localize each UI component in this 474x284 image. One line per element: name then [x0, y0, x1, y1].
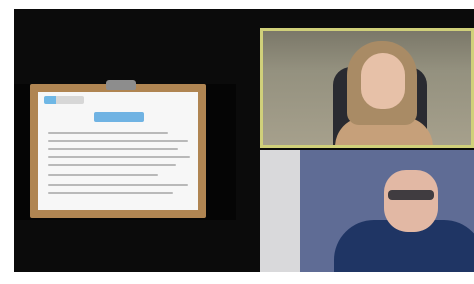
text-line: [48, 156, 190, 158]
text-line: [48, 184, 188, 186]
text-line: [48, 174, 158, 176]
logo: [44, 96, 84, 104]
participant-video-tile[interactable]: [260, 150, 474, 272]
participant-video-tile[interactable]: [260, 28, 474, 148]
text-line: [48, 140, 188, 142]
text-line: [48, 192, 173, 194]
shared-screen-tile[interactable]: [14, 80, 236, 220]
clipboard-clip-icon: [106, 80, 136, 90]
slide-page: [38, 92, 198, 210]
slide-frame: [30, 80, 206, 218]
glasses: [388, 190, 434, 200]
text-line: [48, 132, 168, 134]
participant-face: [384, 170, 438, 232]
text-line: [48, 148, 178, 150]
slide-title-bar: [94, 112, 144, 122]
participant-face: [361, 53, 405, 109]
text-line: [48, 164, 176, 166]
meeting-screen: [0, 0, 474, 284]
background-door: [260, 150, 300, 272]
